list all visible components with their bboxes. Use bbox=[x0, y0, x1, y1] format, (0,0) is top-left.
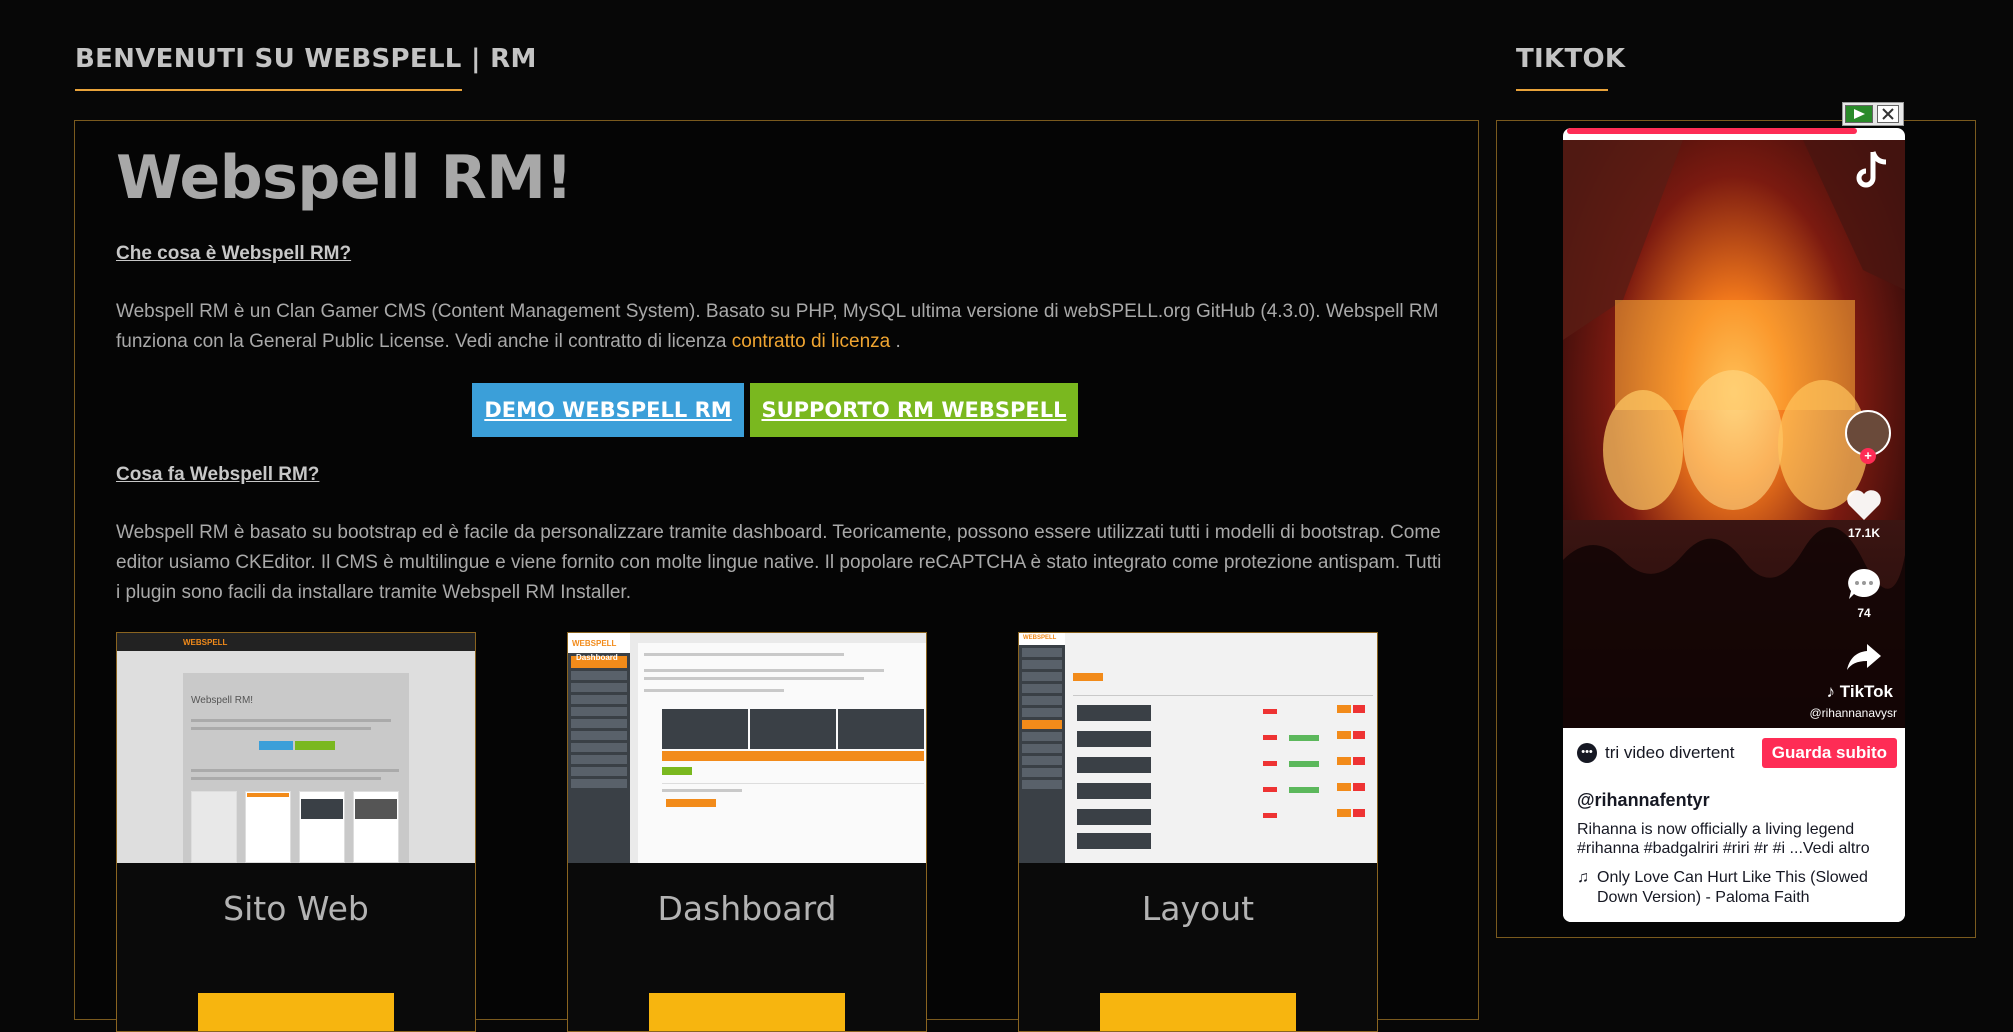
embed-controls bbox=[1842, 102, 1904, 126]
section-title-welcome: BENVENUTI SU WEBSPELL | RM bbox=[75, 44, 537, 74]
card-caption-layout: Layout bbox=[1141, 889, 1255, 928]
card-caption-website: Sito Web bbox=[223, 889, 369, 928]
comment-count: 74 bbox=[1857, 606, 1871, 620]
more-videos-text: tri video divertenti bbox=[1605, 743, 1735, 762]
demo-button[interactable]: DEMO WEBSPELL RM bbox=[472, 383, 744, 437]
tiktok-embed: + 17.1K 74 ♪ TikTok @rihannanavysr ••• t… bbox=[1563, 128, 1905, 922]
mini-dash-heading: Dashboard bbox=[576, 653, 618, 662]
close-icon[interactable] bbox=[1877, 105, 1899, 123]
mini-logo: WEBSPELL bbox=[183, 638, 228, 647]
progress-bar bbox=[1567, 128, 1857, 134]
card-button-dashboard[interactable] bbox=[649, 993, 845, 1031]
card-website: WEBSPELL Webspell RM! Sito Web bbox=[116, 632, 476, 1032]
license-link[interactable]: contratto di licenza bbox=[732, 331, 890, 352]
like-action[interactable]: 17.1K bbox=[1845, 488, 1883, 540]
watermark-text: TikTok bbox=[1839, 682, 1893, 701]
more-videos-row: ••• tri video divertenti Guarda subito bbox=[1577, 738, 1897, 768]
mini-dash-logo: WEBSPELL bbox=[572, 639, 617, 648]
card-button-website[interactable] bbox=[198, 993, 394, 1031]
features-paragraph: Webspell RM è basato su bootstrap ed è f… bbox=[116, 522, 1442, 603]
mini-site-heading: Webspell RM! bbox=[191, 695, 254, 706]
share-action[interactable] bbox=[1845, 642, 1883, 672]
intro-end: . bbox=[895, 331, 901, 352]
tiktok-title-underline bbox=[1516, 89, 1608, 91]
question-what-is: Che cosa è Webspell RM? bbox=[116, 243, 352, 264]
tiktok-description: Rihanna is now officially a living legen… bbox=[1577, 821, 1870, 857]
website-screenshot: WEBSPELL Webspell RM! bbox=[117, 633, 475, 863]
card-caption-dashboard: Dashboard bbox=[657, 889, 837, 928]
tiktok-video[interactable]: + 17.1K 74 ♪ TikTok @rihannanavysr bbox=[1563, 140, 1905, 740]
support-button[interactable]: SUPPORTO RM WEBSPELL bbox=[750, 383, 1078, 437]
question-what-does: Cosa fa Webspell RM? bbox=[116, 464, 320, 485]
card-layout: WEBSPELL Layout bbox=[1018, 632, 1378, 1032]
section-title-underline bbox=[75, 89, 462, 91]
avatar-column: + bbox=[1845, 410, 1891, 464]
watermark-user: @rihannanavysr bbox=[1809, 706, 1897, 720]
comment-action[interactable]: 74 bbox=[1845, 566, 1883, 620]
card-dashboard: WEBSPELL Dashboard Dashboard bbox=[567, 632, 927, 1032]
tiktok-username[interactable]: @rihannafentyr bbox=[1577, 790, 1710, 811]
section-title-tiktok: TIKTOK bbox=[1516, 44, 1626, 74]
card-button-layout[interactable] bbox=[1100, 993, 1296, 1031]
dashboard-screenshot: WEBSPELL Dashboard bbox=[568, 633, 926, 863]
tiktok-music[interactable]: ♫ Only Love Can Hurt Like This (Slowed D… bbox=[1577, 868, 1895, 908]
watch-now-button[interactable]: Guarda subito bbox=[1761, 738, 1897, 768]
tiktok-watermark: ♪ TikTok bbox=[1827, 682, 1893, 702]
layout-screenshot: WEBSPELL bbox=[1019, 633, 1377, 863]
music-title: Only Love Can Hurt Like This (Slowed Dow… bbox=[1597, 869, 1868, 906]
tiktok-info: ••• tri video divertenti Guarda subito @… bbox=[1563, 728, 1905, 922]
mini-layout-logo: WEBSPELL bbox=[1023, 635, 1057, 641]
like-count: 17.1K bbox=[1847, 526, 1881, 540]
more-videos-icon: ••• bbox=[1577, 743, 1597, 763]
intro-paragraph: Webspell RM è un Clan Gamer CMS (Content… bbox=[116, 297, 1446, 357]
tiktok-logo-icon bbox=[1853, 148, 1891, 197]
comment-icon bbox=[1848, 569, 1880, 599]
heart-icon bbox=[1847, 490, 1881, 520]
watermark-logo-icon: ♪ bbox=[1826, 682, 1836, 701]
share-icon bbox=[1847, 644, 1881, 670]
page-title: Webspell RM! bbox=[116, 143, 573, 213]
play-icon[interactable] bbox=[1845, 105, 1873, 123]
follow-plus-icon[interactable]: + bbox=[1860, 448, 1876, 464]
music-note-icon: ♫ bbox=[1577, 869, 1589, 886]
